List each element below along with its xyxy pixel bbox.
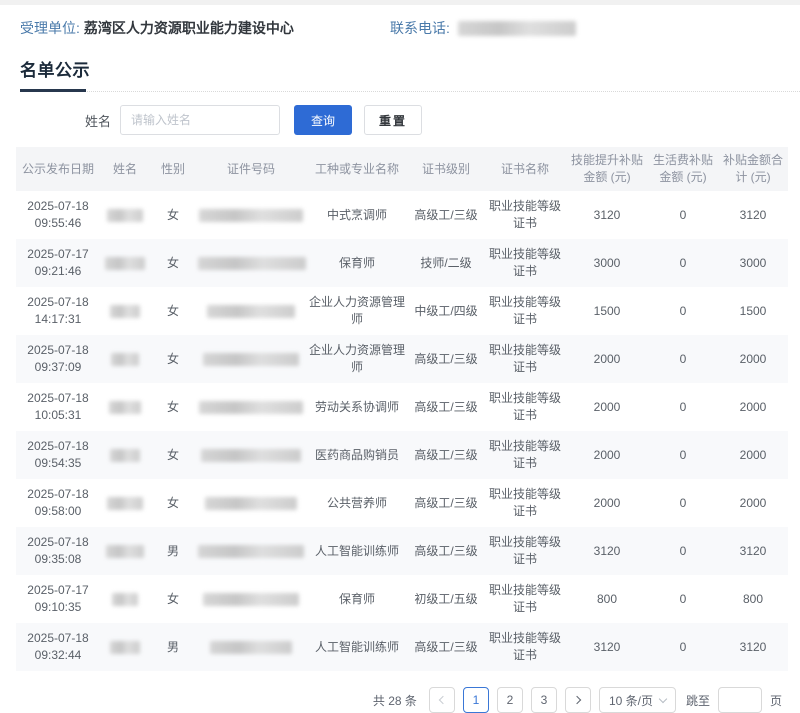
column-header-name: 姓名: [100, 147, 150, 191]
redacted-name: [107, 208, 143, 222]
column-header-cert-level: 证书级别: [408, 147, 484, 191]
next-page-button[interactable]: [564, 687, 591, 713]
table-header-row: 公示发布日期 姓名 性别 证件号码 工种或专业名称 证书级别 证书名称 技能提升…: [16, 147, 788, 191]
table-row: 2025-07-18 09:55:46 女 中式烹调师 高级工/三级 职业技能等级…: [27, 199, 767, 230]
title-divider: [20, 89, 800, 92]
redacted-name: [110, 304, 140, 318]
top-strip: [0, 0, 800, 5]
table-row: 2025-07-18 09:37:09 女 企业人力资源管理师 高级工/三级 职业…: [16, 335, 788, 383]
name-filter-input[interactable]: [120, 105, 281, 135]
accepting-unit: 受理单位: 荔湾区人力资源职业能力建设中心: [20, 18, 390, 38]
table-row: 2025-07-17 09:10:35 女 保育师 初级工/五级 职业技能等级证书…: [27, 583, 764, 614]
accepting-unit-label: 受理单位:: [20, 20, 80, 36]
column-header-job: 工种或专业名称: [306, 147, 408, 191]
table-row: 2025-07-18 09:58:00 女 公共营养师 高级工/三级 职业技能等级…: [27, 487, 767, 518]
reset-button[interactable]: 重置: [364, 105, 423, 135]
total-count: 共 28 条: [372, 693, 417, 708]
column-header-total-subsidy: 补贴金额合计 (元): [718, 147, 788, 191]
meta-row: 受理单位: 荔湾区人力资源职业能力建设中心 联系电话:: [20, 18, 780, 38]
results-table: 公示发布日期 姓名 性别 证件号码 工种或专业名称 证书级别 证书名称 技能提升…: [16, 147, 788, 671]
table-row: 2025-07-18 09:32:44 男 人工智能训练师 高级工/三级 职业技能…: [16, 623, 788, 671]
redacted-id-number: [199, 208, 303, 222]
pagination-bar: 共 28 条 1 2 3 10 条/页 跳至 页: [0, 687, 782, 713]
page-size-value: 10 条/页: [608, 693, 653, 708]
contact-phone-label: 联系电话:: [390, 20, 450, 36]
accepting-unit-value: 荔湾区人力资源职业能力建设中心: [83, 20, 294, 36]
page-button-3[interactable]: 3: [530, 687, 557, 713]
column-header-skill-subsidy: 技能提升补贴金额 (元): [566, 147, 648, 191]
contact-phone: 联系电话:: [390, 18, 576, 38]
jump-to-label: 跳至: [685, 693, 710, 708]
table-row: 2025-07-18 10:05:31 女 劳动关系协调师 高级工/三级 职业技能…: [27, 391, 767, 422]
page-button-1[interactable]: 1: [462, 687, 489, 713]
redacted-id-number: [201, 448, 301, 462]
prev-page-button[interactable]: [428, 687, 455, 713]
chevron-left-icon: [438, 695, 448, 705]
jump-page-input[interactable]: [717, 687, 762, 713]
redacted-name: [111, 352, 139, 366]
chevron-right-icon: [572, 695, 582, 705]
redacted-id-number: [205, 496, 297, 510]
search-form: 姓名 查询 重置: [85, 105, 800, 135]
redacted-phone-number: [457, 20, 576, 36]
redacted-id-number: [207, 304, 295, 318]
redacted-name: [109, 400, 141, 414]
redacted-name: [110, 448, 140, 462]
redacted-id-number: [199, 400, 303, 414]
page-button-2[interactable]: 2: [496, 687, 523, 713]
redacted-name: [112, 592, 138, 606]
column-header-living-subsidy: 生活费补贴金额 (元): [648, 147, 718, 191]
column-header-cert-name: 证书名称: [484, 147, 566, 191]
redacted-id-number: [203, 352, 299, 366]
chevron-down-icon: [658, 694, 668, 703]
redacted-name: [107, 496, 143, 510]
table-row: 2025-07-18 09:54:35 女 医药商品购销员 高级工/三级 职业技能…: [16, 431, 788, 479]
column-header-id-number: 证件号码: [196, 147, 306, 191]
column-header-gender: 性别: [150, 147, 196, 191]
redacted-name: [110, 640, 140, 654]
redacted-id-number: [210, 640, 292, 654]
name-filter-label: 姓名: [85, 113, 112, 129]
table-row: 2025-07-17 09:21:46 女 保育师 技师/二级 职业技能等级证书 …: [16, 239, 788, 287]
table-row: 2025-07-18 14:17:31 女 企业人力资源管理师 中级工/四级 职业…: [27, 295, 767, 326]
jump-page-suffix: 页: [769, 693, 782, 708]
page-title: 名单公示: [20, 61, 90, 80]
list-publicity-page: 受理单位: 荔湾区人力资源职业能力建设中心 联系电话: 名单公示 姓名 查询 重…: [0, 18, 800, 713]
redacted-name: [105, 256, 145, 270]
title-underline: [20, 89, 86, 92]
redacted-name: [106, 544, 144, 558]
page-size-select[interactable]: 10 条/页: [598, 687, 676, 713]
redacted-id-number: [203, 592, 299, 606]
redacted-id-number: [198, 256, 306, 270]
redacted-id-number: [198, 544, 304, 558]
query-button[interactable]: 查询: [294, 105, 353, 135]
column-header-publish-date: 公示发布日期: [16, 147, 100, 191]
table-row: 2025-07-18 09:35:08 男 人工智能训练师 高级工/三级 职业技能…: [16, 527, 788, 575]
